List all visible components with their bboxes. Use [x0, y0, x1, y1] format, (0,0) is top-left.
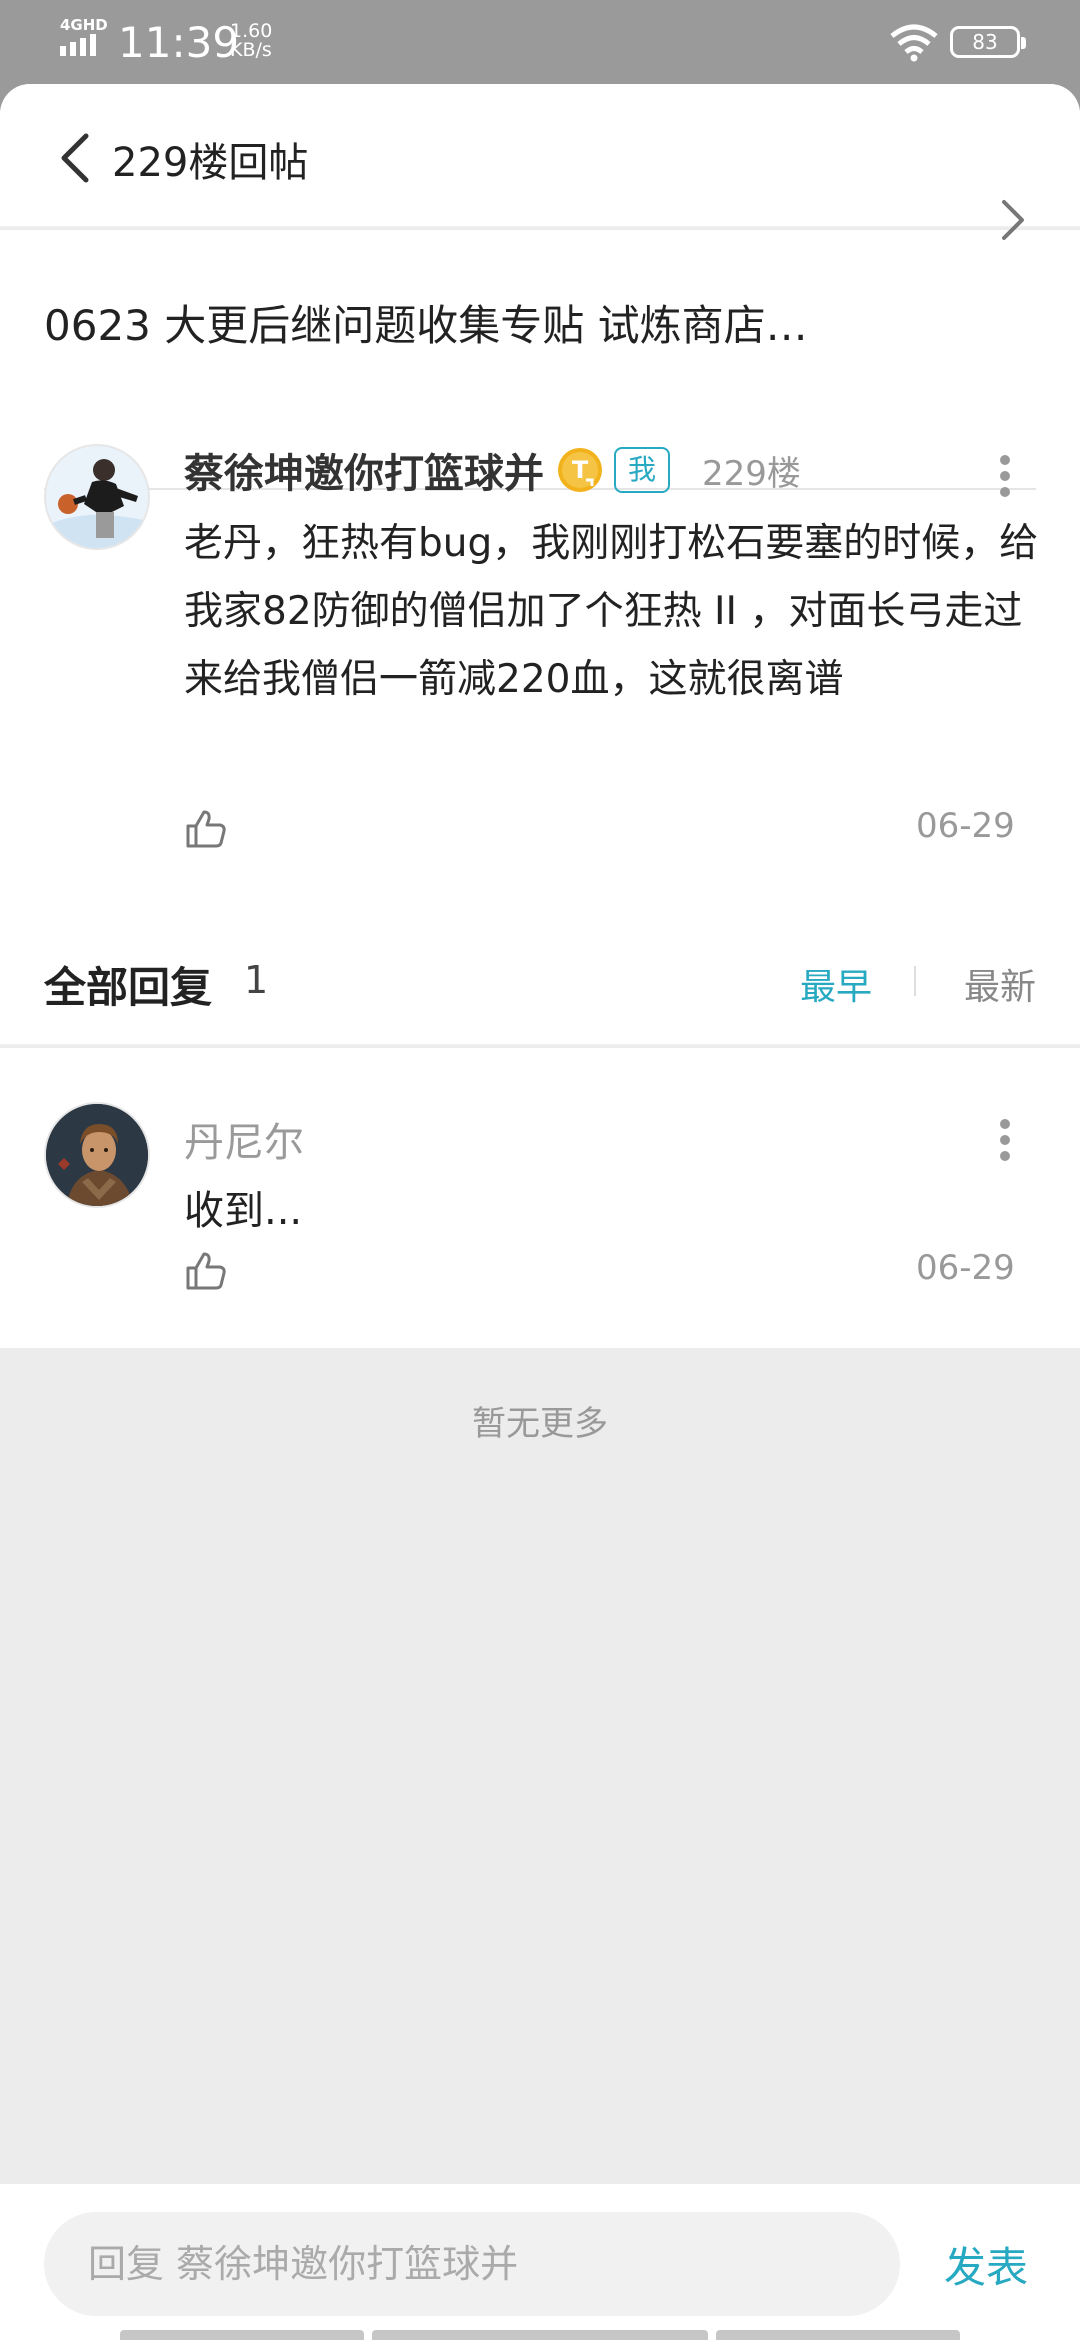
thread-chevron-right-icon[interactable]	[998, 198, 1028, 242]
floor-number: 229楼	[702, 453, 801, 494]
reply-composer: 发表	[0, 2184, 1080, 2340]
reply-like-thumb-icon[interactable]	[184, 1248, 228, 1292]
sort-newest-tab[interactable]: 最新	[964, 958, 1036, 1010]
sort-divider	[914, 966, 916, 996]
post-body: 老丹，狂热有bug，我刚刚打松石要塞的时候，给我家82防御的僧侣加了个狂热 II…	[184, 521, 1039, 702]
avatar-image	[46, 446, 148, 548]
me-tag: 我	[614, 447, 671, 493]
post-author-name[interactable]: 蔡徐坤邀你打篮球并	[184, 441, 544, 499]
status-bar: 4GHD 11:39 1.60 KB/s 83	[0, 0, 1080, 84]
clock: 11:39	[118, 18, 240, 67]
like-thumb-icon[interactable]	[184, 806, 228, 850]
reply-author-avatar[interactable]	[44, 1102, 150, 1208]
reply-more-options-icon[interactable]	[998, 1118, 1012, 1162]
back-arrow-icon[interactable]	[56, 130, 96, 186]
network-speed: 1.60 KB/s	[230, 20, 273, 61]
replies-title: 全部回复	[44, 963, 213, 1012]
sort-earliest-tab[interactable]: 最早	[800, 958, 872, 1010]
nav-gesture-bar	[372, 2330, 708, 2340]
wifi-icon	[890, 24, 938, 62]
post-author-line: 蔡徐坤邀你打篮球并 T 我 229楼	[184, 442, 801, 498]
reply-input[interactable]	[44, 2212, 900, 2316]
post-author-avatar[interactable]	[44, 444, 150, 550]
replies-header: 全部回复 1 最早 最新	[0, 910, 1080, 1046]
reply-body: 收到...	[184, 1188, 303, 1234]
battery-indicator: 83	[950, 26, 1026, 58]
reply-date: 06-29	[916, 1248, 1015, 1288]
chevron-right-icon[interactable]	[996, 378, 1026, 422]
reply-detail-sheet: 229楼回帖 0623 大更后继问题收集专贴 试炼商店… 蔡徐坤邀你打篮球并 T	[0, 84, 1080, 2340]
avatar-image	[46, 1104, 148, 1206]
reply-author-name[interactable]: 丹尼尔	[184, 1110, 304, 1168]
header: 229楼回帖	[0, 84, 1080, 228]
send-button[interactable]: 发表	[944, 2234, 1028, 2295]
network-type: 4GHD	[60, 16, 108, 34]
no-more-indicator: 暂无更多	[472, 1404, 608, 1444]
page-title: 229楼回帖	[112, 140, 309, 186]
nav-gesture-bar	[716, 2330, 960, 2340]
nav-gesture-bar	[120, 2330, 364, 2340]
more-options-icon[interactable]	[998, 454, 1012, 498]
post-date: 06-29	[916, 806, 1015, 846]
reply-item: 丹尼尔 收到... 06-29	[0, 1048, 1080, 1348]
replies-count: 1	[244, 958, 269, 1002]
thread-link[interactable]: 0623 大更后继问题收集专贴 试炼商店…	[0, 230, 1080, 410]
level-badge-icon: T	[558, 448, 602, 492]
thread-title: 0623 大更后继问题收集专贴 试炼商店…	[44, 301, 808, 350]
